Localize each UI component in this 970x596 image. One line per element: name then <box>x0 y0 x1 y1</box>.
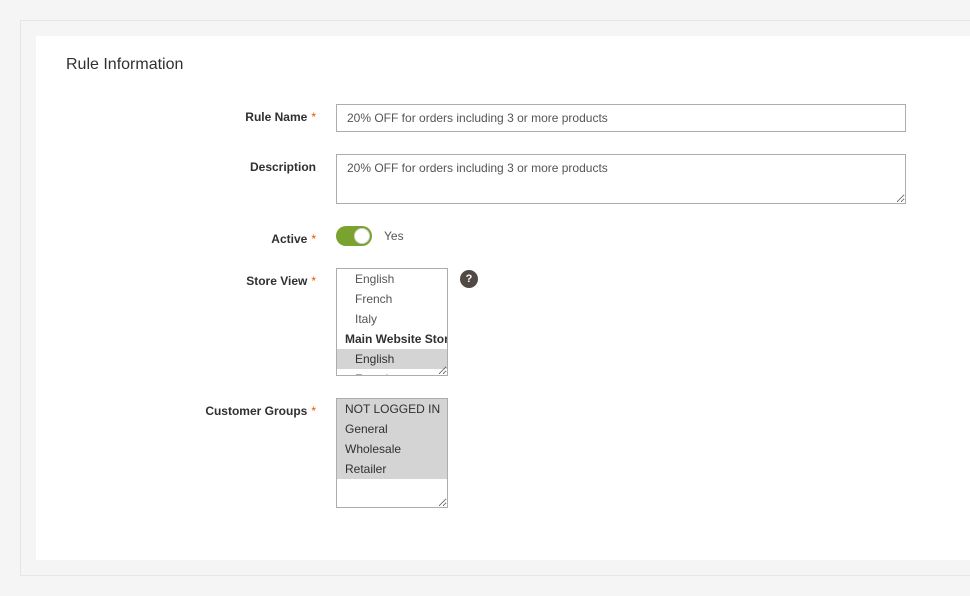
required-indicator: * <box>311 404 316 418</box>
section-title: Rule Information <box>66 56 944 74</box>
active-status-text: Yes <box>384 226 404 243</box>
customer-group-option[interactable]: Wholesale <box>337 439 447 459</box>
row-customer-groups: Customer Groups* NOT LOGGED INGeneralWho… <box>66 398 944 508</box>
customer-group-option[interactable]: NOT LOGGED IN <box>337 399 447 419</box>
store-view-option[interactable]: Main Website Store <box>337 329 447 349</box>
required-indicator: * <box>311 232 316 246</box>
store-view-option[interactable]: French <box>337 369 447 376</box>
toggle-knob <box>354 228 370 244</box>
label-store-view: Store View* <box>66 268 336 288</box>
customer-groups-multiselect[interactable]: NOT LOGGED INGeneralWholesaleRetailer <box>336 398 448 508</box>
label-rule-name: Rule Name* <box>66 104 336 124</box>
store-view-option[interactable]: English <box>337 269 447 289</box>
outer-panel: Rule Information Rule Name* Description … <box>20 20 970 576</box>
customer-group-option[interactable]: General <box>337 419 447 439</box>
help-icon[interactable]: ? <box>460 270 478 288</box>
label-customer-groups: Customer Groups* <box>66 398 336 418</box>
row-rule-name: Rule Name* <box>66 104 944 132</box>
row-store-view: Store View* EnglishFrenchItalyMain Websi… <box>66 268 944 376</box>
customer-group-option[interactable]: Retailer <box>337 459 447 479</box>
store-view-option[interactable]: French <box>337 289 447 309</box>
rule-name-input[interactable] <box>336 104 906 132</box>
store-view-option[interactable]: English <box>337 349 447 369</box>
store-view-option[interactable]: Italy <box>337 309 447 329</box>
required-indicator: * <box>311 274 316 288</box>
required-indicator: * <box>311 110 316 124</box>
active-toggle[interactable] <box>336 226 372 246</box>
store-view-multiselect[interactable]: EnglishFrenchItalyMain Website StoreEngl… <box>336 268 448 376</box>
row-description: Description 20% OFF for orders including… <box>66 154 944 204</box>
row-active: Active* Yes <box>66 226 944 246</box>
inner-panel: Rule Information Rule Name* Description … <box>36 36 970 560</box>
label-description: Description <box>66 154 336 174</box>
description-textarea[interactable]: 20% OFF for orders including 3 or more p… <box>336 154 906 204</box>
label-active: Active* <box>66 226 336 246</box>
